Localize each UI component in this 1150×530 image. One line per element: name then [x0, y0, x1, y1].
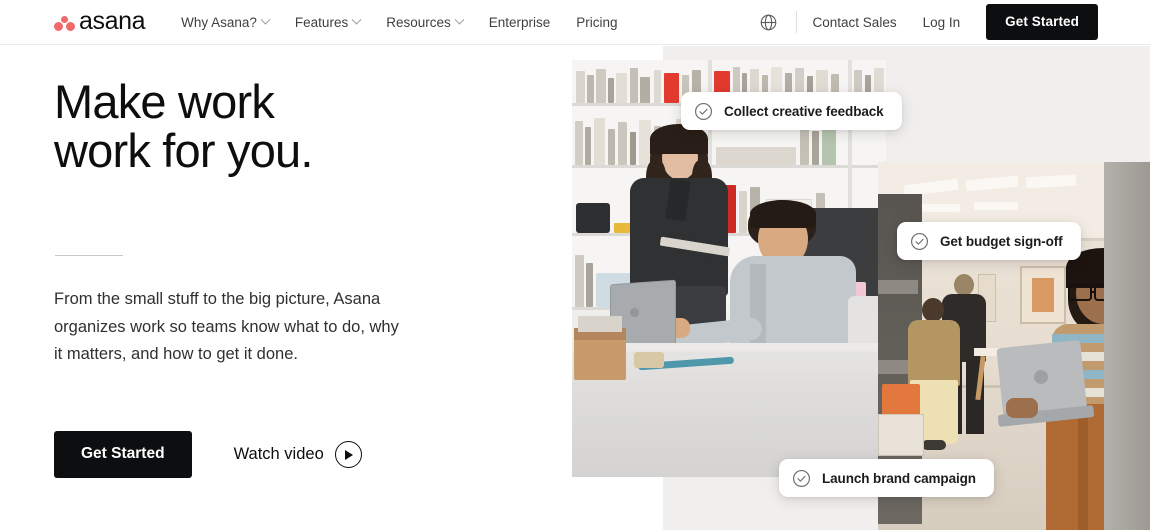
chevron-down-icon — [260, 14, 271, 25]
page-title: Make work work for you. — [54, 77, 524, 175]
header-actions: Contact Sales Log In Get Started — [758, 4, 1098, 40]
nav-item-enterprise[interactable]: Enterprise — [489, 15, 551, 30]
nav-label: Resources — [386, 14, 451, 30]
nav-item-resources[interactable]: Resources — [386, 14, 465, 30]
check-circle-icon — [792, 469, 811, 487]
hero-copy-column: Make work work for you. From the small s… — [0, 46, 560, 530]
task-card-label: Get budget sign-off — [940, 233, 1063, 249]
primary-navigation: Why Asana? Features Resources Enterprise… — [181, 14, 618, 30]
nav-label: Enterprise — [488, 14, 551, 30]
asana-logo[interactable]: asana — [54, 6, 146, 36]
headline-line-1: Make work — [54, 75, 275, 128]
globe-icon[interactable] — [758, 11, 780, 33]
nav-label: Why Asana? — [181, 14, 257, 30]
task-card-label: Collect creative feedback — [724, 103, 884, 119]
contact-sales-link[interactable]: Contact Sales — [813, 15, 897, 30]
hero-divider — [55, 255, 123, 256]
check-circle-icon — [910, 232, 929, 250]
header-divider — [795, 11, 797, 33]
nav-item-pricing[interactable]: Pricing — [576, 15, 617, 30]
task-card-label: Launch brand campaign — [822, 470, 976, 486]
header-get-started-button[interactable]: Get Started — [986, 4, 1098, 40]
hero-get-started-button[interactable]: Get Started — [54, 431, 192, 478]
task-card-launch-brand-campaign[interactable]: Launch brand campaign — [779, 459, 994, 497]
hero-subcopy: From the small stuff to the big picture,… — [54, 290, 399, 363]
watch-video-button[interactable]: Watch video — [234, 441, 362, 468]
nav-label: Pricing — [576, 14, 618, 30]
chevron-down-icon — [351, 14, 362, 25]
headline-line-2: work for you. — [54, 124, 313, 177]
watch-video-label: Watch video — [233, 445, 324, 463]
site-header: asana Why Asana? Features Resources Ente… — [0, 0, 1150, 45]
task-card-get-budget-sign-off[interactable]: Get budget sign-off — [897, 222, 1081, 260]
check-circle-icon — [694, 102, 713, 120]
chevron-down-icon — [454, 14, 465, 25]
log-in-link[interactable]: Log In — [923, 15, 961, 30]
asana-logo-dots-icon — [54, 13, 75, 32]
hero-actions: Get Started Watch video — [54, 431, 362, 478]
nav-label: Features — [294, 14, 349, 30]
task-card-collect-creative-feedback[interactable]: Collect creative feedback — [681, 92, 902, 130]
nav-item-why-asana[interactable]: Why Asana? — [181, 14, 271, 30]
play-circle-icon — [334, 441, 362, 468]
asana-logo-text: asana — [79, 6, 146, 35]
nav-item-features[interactable]: Features — [294, 14, 362, 30]
asana-landing-page: asana Why Asana? Features Resources Ente… — [0, 0, 1150, 530]
